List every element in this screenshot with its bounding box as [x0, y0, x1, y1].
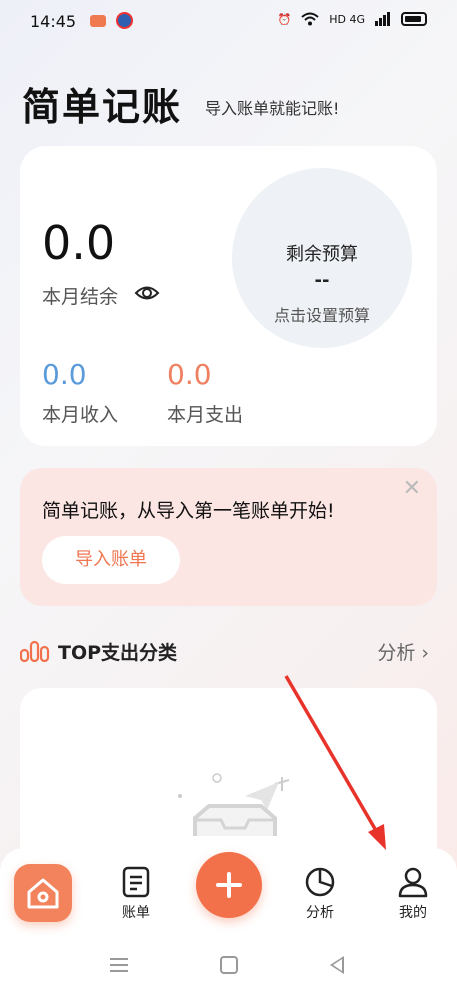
- home-icon: [27, 878, 59, 909]
- close-icon[interactable]: ✕: [403, 476, 421, 501]
- balance-label: 本月结余: [42, 286, 119, 308]
- banner-text: 简单记账，从导入第一笔账单开始!: [42, 500, 335, 522]
- user-icon: [398, 867, 428, 898]
- balance-value: 0.0: [42, 216, 116, 270]
- nav-home-button[interactable]: [14, 864, 72, 922]
- status-bar: 14:45 ⏰ HD 4G: [0, 0, 457, 44]
- bar-chart-icon: [20, 640, 50, 662]
- summary-card: 0.0 本月结余 剩余预算 -- 点击设置预算 0.0 本月收入 0.0 本月支…: [20, 146, 437, 446]
- import-banner: ✕ 简单记账，从导入第一笔账单开始! 导入账单: [20, 468, 437, 606]
- recent-apps-icon[interactable]: [110, 958, 128, 972]
- battery-icon: [401, 12, 427, 26]
- signal-icon: [375, 12, 390, 26]
- system-home-icon[interactable]: [220, 956, 238, 974]
- nav-bill-label: 账单: [122, 905, 150, 921]
- app-badge-icon: [116, 12, 133, 29]
- budget-title: 剩余预算: [286, 244, 358, 265]
- top-expense-card: [20, 688, 437, 868]
- nav-analysis-label: 分析: [306, 905, 334, 921]
- income-label: 本月收入: [42, 404, 119, 426]
- page-subtitle: 导入账单就能记账!: [205, 99, 340, 118]
- budget-hint: 点击设置预算: [273, 306, 370, 325]
- alarm-icon: ⏰: [277, 12, 292, 26]
- system-nav-bar: [0, 940, 457, 988]
- wifi-icon: [301, 12, 319, 26]
- add-record-button[interactable]: [196, 852, 262, 918]
- game-app-icon: [90, 15, 106, 27]
- status-indicators: ⏰ HD 4G: [278, 12, 427, 26]
- eye-icon[interactable]: [134, 280, 160, 306]
- top-expense-title: TOP支出分类: [58, 642, 178, 664]
- budget-circle[interactable]: 剩余预算 -- 点击设置预算: [232, 168, 412, 348]
- top-expense-header: TOP支出分类 分析 ›: [20, 632, 437, 672]
- expense-label: 本月支出: [167, 404, 244, 426]
- nav-mine-label: 我的: [399, 905, 427, 921]
- pie-chart-icon: [305, 867, 335, 897]
- network-label: HD 4G: [329, 12, 365, 26]
- budget-value: --: [314, 270, 330, 291]
- nav-analysis-button[interactable]: 分析: [288, 866, 352, 922]
- analysis-link[interactable]: 分析 ›: [377, 638, 429, 665]
- bottom-nav: 账单 分析 我的: [0, 848, 457, 940]
- income-value: 0.0: [42, 358, 87, 391]
- nav-mine-button[interactable]: 我的: [381, 866, 445, 922]
- back-icon[interactable]: [330, 956, 344, 974]
- page-title: 简单记账: [22, 85, 183, 129]
- import-bill-button[interactable]: 导入账单: [42, 536, 180, 584]
- status-time: 14:45: [30, 12, 77, 31]
- bill-icon: [122, 866, 150, 898]
- expense-value: 0.0: [167, 358, 212, 391]
- empty-inbox-icon: [178, 773, 290, 836]
- nav-bill-button[interactable]: 账单: [104, 866, 168, 922]
